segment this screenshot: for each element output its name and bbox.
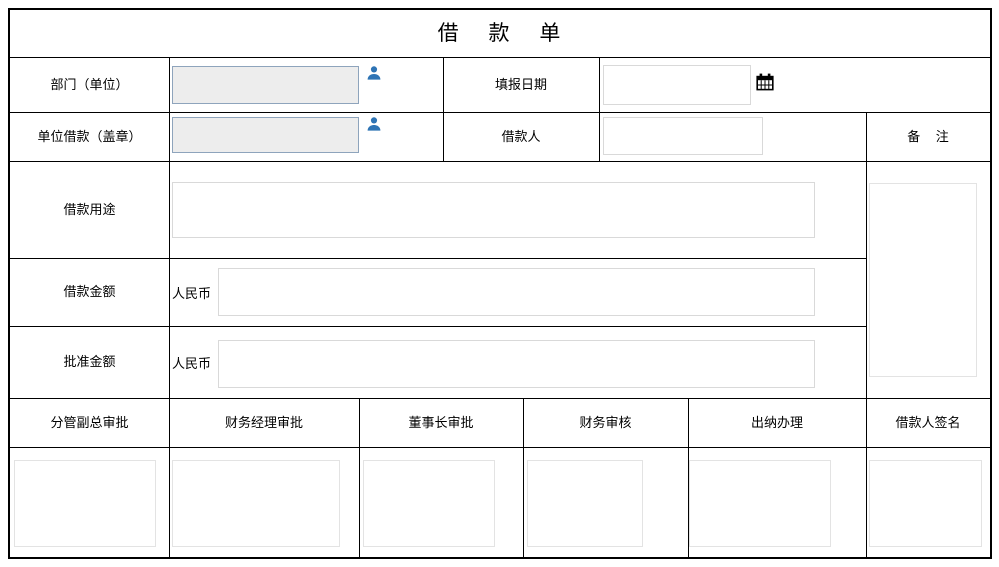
calendar-icon[interactable] — [756, 73, 774, 91]
signature-box-finance-audit[interactable] — [527, 460, 643, 547]
signature-box-vp[interactable] — [14, 460, 156, 547]
department-label: 部门（单位） — [10, 57, 169, 112]
signature-box-borrower-signature[interactable] — [869, 460, 982, 547]
loan-purpose-input[interactable] — [172, 182, 815, 238]
loan-amount-input[interactable] — [218, 268, 815, 316]
department-input[interactable] — [172, 66, 359, 104]
approval-header-cashier: 出纳办理 — [688, 398, 866, 447]
fill-date-label: 填报日期 — [443, 57, 599, 112]
approval-header-finance-manager: 财务经理审批 — [169, 398, 359, 447]
borrower-label: 借款人 — [443, 112, 599, 161]
remark-input[interactable] — [869, 183, 977, 377]
grid-line — [866, 112, 867, 557]
grid-line — [10, 447, 990, 448]
grid-line — [599, 57, 600, 161]
unit-loan-seal-input[interactable] — [172, 117, 359, 153]
remark-label: 备 注 — [866, 112, 990, 161]
loan-form: 借 款 单 部门（单位） 填报日期 单位借款（盖章） — [0, 0, 999, 567]
loan-form-table: 借 款 单 部门（单位） 填报日期 单位借款（盖章） — [8, 8, 992, 559]
signature-box-chairman[interactable] — [363, 460, 495, 547]
form-title: 借 款 单 — [10, 10, 990, 57]
approved-amount-label: 批准金额 — [10, 326, 169, 398]
fill-date-input[interactable] — [603, 65, 751, 105]
loan-purpose-label: 借款用途 — [10, 161, 169, 258]
person-icon[interactable] — [366, 65, 382, 81]
signature-box-finance-manager[interactable] — [172, 460, 340, 547]
approval-header-vp: 分管副总审批 — [10, 398, 169, 447]
person-icon[interactable] — [366, 116, 382, 132]
approved-amount-currency-label: 人民币 — [172, 326, 216, 398]
approval-header-chairman: 董事长审批 — [359, 398, 523, 447]
borrower-input[interactable] — [603, 117, 763, 155]
grid-line — [169, 57, 170, 557]
approval-header-borrower-signature: 借款人签名 — [866, 398, 990, 447]
signature-box-cashier[interactable] — [689, 460, 831, 547]
approved-amount-input[interactable] — [218, 340, 815, 388]
unit-loan-seal-label: 单位借款（盖章） — [10, 112, 169, 161]
approval-header-finance-audit: 财务审核 — [523, 398, 688, 447]
loan-amount-label: 借款金额 — [10, 258, 169, 326]
loan-amount-currency-label: 人民币 — [172, 258, 216, 326]
